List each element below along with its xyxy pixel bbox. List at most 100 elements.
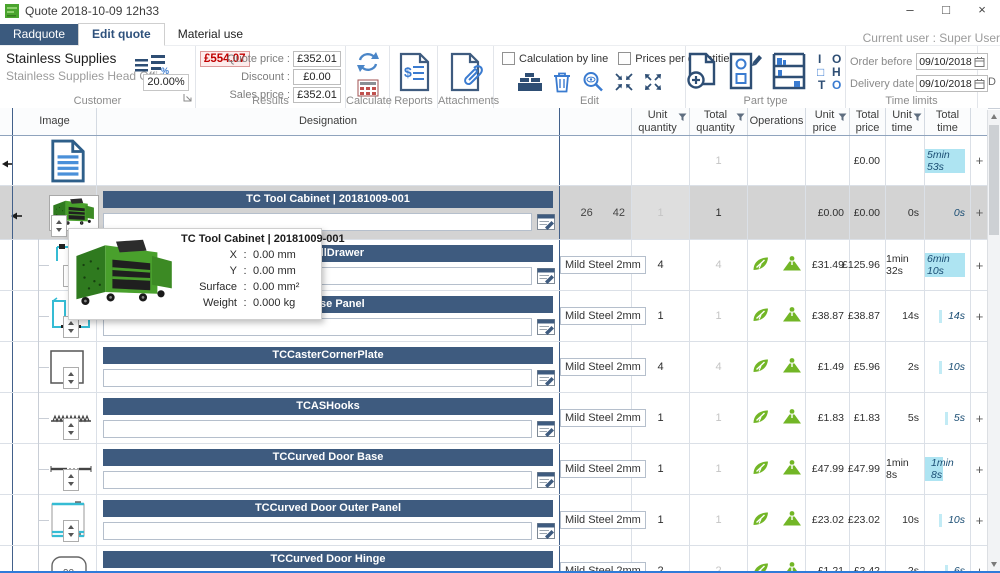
quantity-stepper[interactable] (51, 215, 67, 237)
stepper-up-icon[interactable] (68, 372, 74, 376)
attachments-button[interactable]: Attachments (438, 46, 494, 108)
minimize-button[interactable]: – (892, 0, 928, 22)
filter-funnel-icon[interactable] (736, 113, 745, 125)
vertical-scrollbar[interactable] (987, 110, 1000, 573)
cutting-operation-icon[interactable] (751, 255, 771, 275)
folding-operation-icon[interactable] (781, 255, 803, 275)
unit-quantity-cell[interactable]: 1 (632, 186, 690, 239)
delete-trash-icon[interactable] (552, 71, 572, 96)
cutting-operation-icon[interactable] (751, 306, 771, 326)
unit-quantity-cell[interactable]: 1 (632, 393, 690, 443)
calculation-by-line-checkbox[interactable]: Calculation by line (502, 52, 608, 65)
folding-operation-icon[interactable] (781, 306, 803, 326)
table-row[interactable]: TCCasterCornerPlate Mild Steel 2mm 4 4 (0, 342, 988, 393)
tab-edit-quote[interactable]: Edit quote (78, 23, 165, 46)
folding-operation-icon[interactable] (781, 459, 803, 479)
toolbox-icon[interactable] (517, 72, 543, 95)
edit-note-icon[interactable] (537, 370, 555, 386)
edit-note-icon[interactable] (537, 421, 555, 437)
designation-title-bar[interactable]: TCCasterCornerPlate (103, 347, 553, 364)
filter-funnel-icon[interactable] (838, 113, 847, 125)
table-row[interactable]: 90 TCCurved Door Hinge Mild Steel 2mm 2 … (0, 546, 988, 573)
reports-button[interactable]: $ Reports (390, 46, 438, 108)
search-preview-icon[interactable] (581, 71, 605, 96)
designation-comment-input[interactable] (103, 471, 532, 489)
discount-field[interactable]: 20.00% (143, 74, 189, 91)
unit-quantity-cell[interactable]: 1 (632, 495, 690, 545)
stepper-down-icon[interactable] (68, 482, 74, 486)
designation-title-bar[interactable]: TCCurved Door Hinge (103, 551, 553, 568)
unit-quantity-cell[interactable]: 4 (632, 342, 690, 392)
add-row-button[interactable]: + (971, 136, 988, 185)
filter-funnel-icon[interactable] (913, 113, 922, 125)
header-total-time[interactable]: Total time (925, 108, 971, 135)
customer-name[interactable]: Stainless Supplies (6, 51, 116, 66)
designation-title-bar[interactable]: TCASHooks (103, 398, 553, 415)
stepper-down-icon[interactable] (68, 329, 74, 333)
stepper-up-icon[interactable] (56, 220, 62, 224)
new-part-icon[interactable] (686, 52, 718, 93)
folding-operation-icon[interactable] (781, 357, 803, 377)
cutting-operation-icon[interactable] (751, 408, 771, 428)
header-material[interactable] (560, 108, 632, 135)
stepper-down-icon[interactable] (56, 228, 62, 232)
unit-quantity-cell[interactable]: 1 (632, 444, 690, 494)
add-row-button[interactable]: + (971, 546, 988, 573)
folding-operation-icon[interactable] (781, 408, 803, 428)
table-row[interactable]: TCASHooks Mild Steel 2mm 1 1 (0, 393, 988, 444)
unit-quantity-cell[interactable] (632, 136, 690, 185)
scroll-down-button[interactable] (988, 558, 1000, 571)
part-image-cell[interactable] (13, 393, 97, 443)
designation-comment-input[interactable] (103, 369, 532, 387)
quantity-stepper[interactable] (63, 418, 79, 440)
tab-material-use[interactable]: Material use (165, 24, 256, 45)
stepper-down-icon[interactable] (68, 380, 74, 384)
unit-quantity-cell[interactable]: 1 (632, 291, 690, 341)
header-total-price[interactable]: Total price (850, 108, 886, 135)
add-row-button[interactable]: + (971, 495, 988, 545)
expand-arrows-icon[interactable] (643, 72, 663, 95)
quantity-stepper[interactable] (63, 367, 79, 389)
stepper-up-icon[interactable] (68, 525, 74, 529)
close-button[interactable]: × (964, 0, 1000, 22)
unit-quantity-cell[interactable]: 4 (632, 240, 690, 290)
part-image-cell[interactable]: 90 (13, 546, 97, 573)
part-image-cell[interactable] (13, 342, 97, 392)
stepper-up-icon[interactable] (68, 321, 74, 325)
nesting-letters-icon[interactable]: IO□HTO (816, 52, 846, 93)
maximize-button[interactable]: □ (928, 0, 964, 22)
edit-note-icon[interactable] (537, 268, 555, 284)
cutting-operation-icon[interactable] (751, 459, 771, 479)
quantity-stepper[interactable] (63, 520, 79, 542)
part-image-cell[interactable] (13, 136, 97, 185)
unit-quantity-cell[interactable]: 2 (632, 546, 690, 573)
quantity-stepper[interactable] (63, 469, 79, 491)
header-unit-quantity[interactable]: Unit quantity (632, 108, 690, 135)
table-row[interactable]: TCCurved Door Outer Panel Mild Steel 2mm… (0, 495, 988, 546)
stock-shelf-icon[interactable] (772, 52, 806, 93)
calculate-button[interactable]: Calculate (346, 46, 390, 108)
add-row-button[interactable]: + (971, 291, 988, 341)
header-total-quantity[interactable]: Total quantity (690, 108, 748, 135)
table-row[interactable]: 1 £0.00 5min 53s + (0, 136, 988, 186)
edit-note-icon[interactable] (537, 472, 555, 488)
part-image-cell[interactable] (13, 444, 97, 494)
add-row-button[interactable]: + (971, 240, 988, 290)
designation-title-bar[interactable]: TC Tool Cabinet | 20181009-001 (103, 191, 553, 208)
quote-price-field[interactable]: £352.01 (293, 51, 341, 67)
header-image[interactable]: Image (13, 108, 97, 135)
part-image-cell[interactable] (13, 495, 97, 545)
part-thumbnail[interactable] (49, 139, 87, 183)
stepper-down-icon[interactable] (68, 533, 74, 537)
edit-note-icon[interactable] (537, 319, 555, 335)
tab-radquote[interactable]: Radquote (0, 24, 78, 45)
stepper-up-icon[interactable] (68, 423, 74, 427)
edit-note-icon[interactable] (537, 523, 555, 539)
designation-title-bar[interactable]: TCCurved Door Base (103, 449, 553, 466)
collapse-arrows-icon[interactable] (614, 72, 634, 95)
scroll-up-button[interactable] (988, 110, 1000, 123)
add-row-button[interactable] (971, 342, 988, 392)
edit-part-icon[interactable] (728, 52, 762, 93)
add-row-button[interactable]: + (971, 186, 988, 239)
discount-value-field[interactable]: £0.00 (293, 69, 341, 85)
